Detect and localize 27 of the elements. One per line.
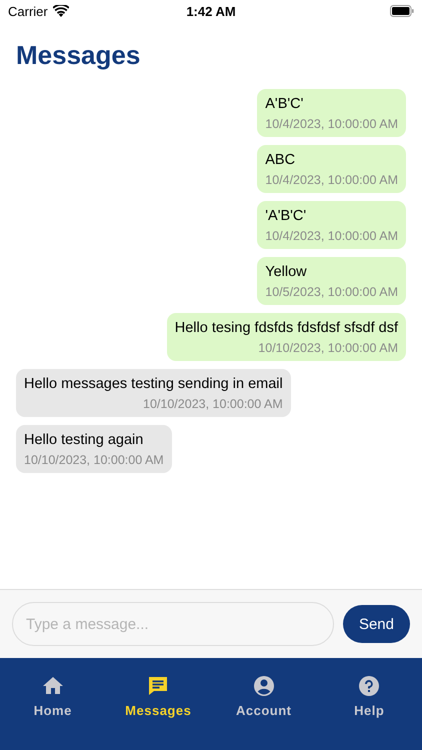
tab-item[interactable]: Home [0,674,106,750]
help-icon [357,674,382,698]
tab-item[interactable]: Help [316,674,422,750]
send-button[interactable]: Send [342,605,410,643]
message-text: A'B'C' [265,96,304,112]
message-text: ABC [265,152,296,168]
wifi-icon [52,5,69,17]
message-text: 'A'B'C' [265,208,308,224]
message-input-field[interactable]: Type a message... [12,602,334,646]
message-time: 10/10/2023, 10:00:00 AM [258,341,398,355]
carrier-name: Carrier [8,4,48,18]
message-time: 10/4/2023, 10:00:00 AM [265,117,398,131]
message-text: Yellow [265,264,308,280]
page-title: Messages [16,40,140,71]
battery-icon [390,5,414,17]
message-text: Hello tesing fdsfds fdsfdsf sfsdf dsf [174,320,398,336]
message-text: Hello testing again [24,432,144,448]
status-time: 1:42 AM [186,4,236,18]
message-time: 10/4/2023, 10:00:00 AM [265,229,398,243]
message-time: 10/4/2023, 10:00:00 AM [265,173,398,187]
tab-item[interactable]: Account [211,674,316,750]
message-time: 10/10/2023, 10:00:00 AM [24,453,164,467]
tab-item[interactable]: Messages [106,674,211,750]
message-time: 10/5/2023, 10:00:00 AM [265,285,398,299]
message-text: Hello messages testing sending in email [24,376,283,392]
message-time: 10/10/2023, 10:00:00 AM [143,397,283,411]
account-icon [252,674,276,698]
